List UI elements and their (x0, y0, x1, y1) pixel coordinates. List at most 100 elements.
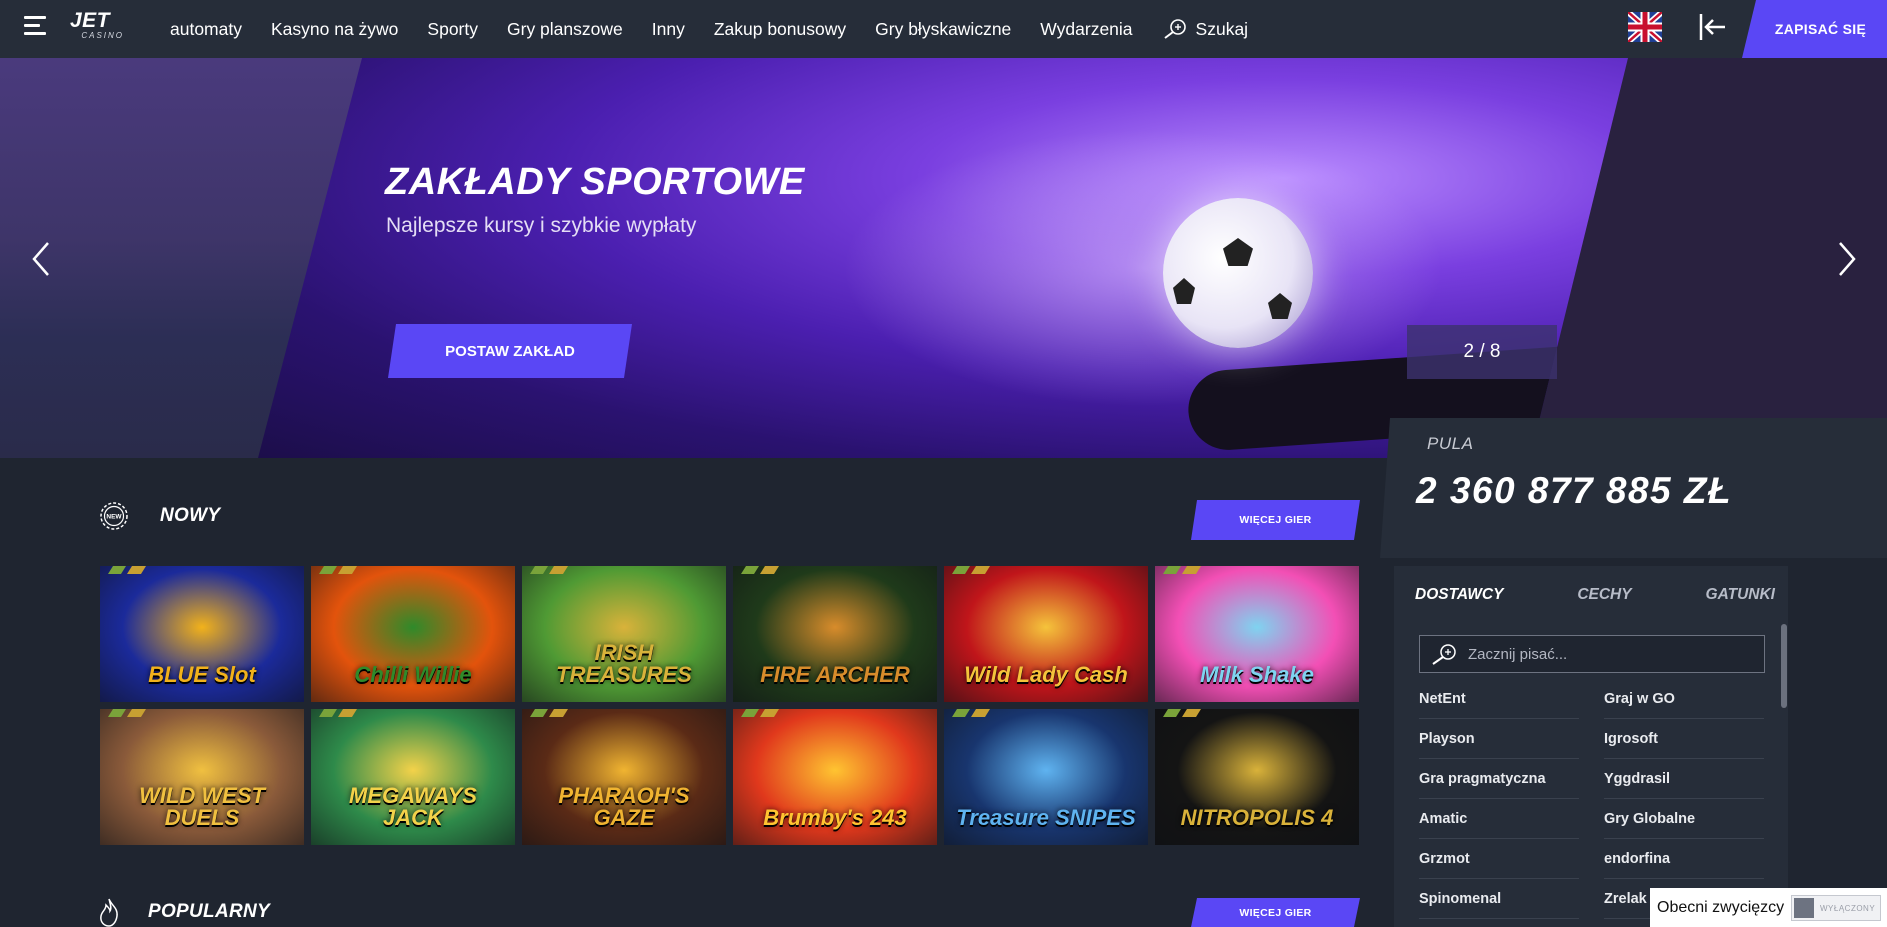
more-games-new-button[interactable]: WIĘCEJ GIER (1191, 500, 1360, 540)
provider-search-input[interactable] (1468, 645, 1758, 663)
provider-item[interactable]: NetEnt (1419, 679, 1579, 719)
search-icon (1163, 19, 1186, 39)
nav-item-bonus-buy[interactable]: Zakup bonusowy (714, 19, 846, 40)
prev-slide-icon[interactable] (26, 234, 56, 284)
uk-flag-icon[interactable] (1628, 12, 1662, 42)
nav-item-slots[interactable]: automaty (170, 19, 242, 40)
game-badge (319, 566, 357, 574)
nav-item-instant-games[interactable]: Gry błyskawiczne (875, 19, 1011, 40)
logo-main: JET (70, 9, 111, 32)
search-icon (1432, 644, 1456, 665)
game-tile[interactable]: BLUE Slot (100, 566, 304, 702)
game-badge (530, 709, 568, 717)
game-tile[interactable]: Wild Lady Cash (944, 566, 1148, 702)
game-title: IRISH TREASURES (556, 640, 692, 687)
login-icon[interactable] (1697, 11, 1729, 43)
nav-item-live-casino[interactable]: Kasyno na żywo (271, 19, 398, 40)
provider-search (1419, 635, 1765, 673)
provider-item[interactable]: Graj w GO (1604, 679, 1764, 719)
menu-icon[interactable] (24, 16, 50, 38)
place-bet-button[interactable]: POSTAW ZAKŁAD (388, 324, 632, 378)
filter-panel: DOSTAWCY CECHY GATUNKI NetEnt Graj w GO Pl… (1394, 566, 1788, 927)
game-badge (741, 566, 779, 574)
nav-item-other[interactable]: Inny (652, 19, 685, 40)
game-title: Chilli Willie (354, 662, 472, 687)
nav-item-board-games[interactable]: Gry planszowe (507, 19, 623, 40)
jackpot-value: 2 360 877 885 ZŁ (1416, 470, 1733, 511)
toggle-knob (1794, 898, 1814, 918)
section-new-title: NOWY (160, 505, 221, 526)
nav-search[interactable]: Szukaj (1162, 18, 1249, 40)
jackpot-label: PULA (1427, 434, 1474, 453)
game-tile[interactable]: FIRE ARCHER (733, 566, 937, 702)
provider-item[interactable]: Playson (1419, 719, 1579, 759)
game-badge (952, 709, 990, 717)
game-tile[interactable]: MEGAWAYS JACK (311, 709, 515, 845)
game-tile[interactable]: NITROPOLIS 4 (1155, 709, 1359, 845)
game-badge (530, 566, 568, 574)
nav-item-sports[interactable]: Sporty (427, 19, 478, 40)
football-icon (1163, 198, 1313, 348)
section-new-header: NEW NOWY (98, 500, 220, 532)
game-badge (952, 566, 990, 574)
tab-providers[interactable]: DOSTAWCY (1415, 586, 1503, 604)
provider-item[interactable]: Spinomenal (1419, 879, 1579, 919)
provider-item[interactable]: Gry Globalne (1604, 799, 1764, 839)
game-badge (1163, 566, 1201, 574)
game-title: BLUE Slot (148, 662, 256, 687)
provider-item[interactable]: endorfina (1604, 839, 1764, 879)
tab-features[interactable]: CECHY (1577, 586, 1631, 604)
game-title: NITROPOLIS 4 (1180, 805, 1334, 830)
toggle-state: WYŁĄCZONY (1820, 903, 1876, 913)
game-title: Treasure SNIPES (956, 805, 1136, 830)
provider-item[interactable]: Igrosoft (1604, 719, 1764, 759)
game-badge (108, 709, 146, 717)
game-badge (741, 709, 779, 717)
game-tile[interactable]: WILD WEST DUELS (100, 709, 304, 845)
tab-genres[interactable]: GATUNKI (1706, 586, 1775, 604)
filter-tabs: DOSTAWCY CECHY GATUNKI (1415, 586, 1775, 604)
provider-list: NetEnt Graj w GO Playson Igrosoft Gra pragma… (1419, 679, 1765, 919)
hero-slide (258, 58, 1628, 458)
logo[interactable]: JET CASINO (70, 9, 130, 45)
provider-list-scrollbar[interactable] (1781, 624, 1787, 708)
current-winners-toggle[interactable]: WYŁĄCZONY (1791, 895, 1881, 921)
game-tile[interactable]: Treasure SNIPES (944, 709, 1148, 845)
games-grid: BLUE Slot Chilli Willie IRISH TREASURES FIR… (100, 566, 1360, 845)
next-slide-icon[interactable] (1832, 234, 1862, 284)
main-nav: automaty Kasyno na żywo Sporty Gry plans… (170, 0, 1277, 58)
svg-text:NEW: NEW (106, 514, 122, 521)
signup-button[interactable]: ZAPISAĆ SIĘ (1742, 0, 1887, 58)
nav-item-events[interactable]: Wydarzenia (1040, 19, 1132, 40)
section-popular-header: POPULARNY (98, 897, 270, 927)
more-games-popular-button[interactable]: WIĘCEJ GIER (1191, 898, 1360, 927)
game-tile[interactable]: IRISH TREASURES (522, 566, 726, 702)
game-title: PHARAOH'S GAZE (558, 783, 690, 830)
provider-item[interactable]: Yggdrasil (1604, 759, 1764, 799)
search-label: Szukaj (1195, 18, 1249, 39)
current-winners-label: Obecni zwycięzcy (1657, 898, 1785, 916)
flame-icon (100, 898, 118, 927)
game-tile[interactable]: Brumby's 243 (733, 709, 937, 845)
provider-item[interactable]: Grzmot (1419, 839, 1579, 879)
hero-banner: ZAKŁADY SPORTOWE Najlepsze kursy i szybk… (0, 58, 1887, 458)
provider-item[interactable]: Amatic (1419, 799, 1579, 839)
jackpot-box: PULA 2 360 877 885 ZŁ (1380, 418, 1887, 558)
provider-item[interactable]: Gra pragmatyczna (1419, 759, 1579, 799)
game-tile[interactable]: Milk Shake (1155, 566, 1359, 702)
game-title: Brumby's 243 (763, 805, 907, 830)
game-title: Milk Shake (1200, 662, 1314, 687)
game-tile[interactable]: PHARAOH'S GAZE (522, 709, 726, 845)
game-title: MEGAWAYS JACK (349, 783, 477, 830)
game-title: WILD WEST DUELS (139, 783, 265, 830)
game-badge (319, 709, 357, 717)
game-badge (1163, 709, 1201, 717)
game-title: Wild Lady Cash (964, 662, 1128, 687)
new-badge-icon: NEW (100, 502, 128, 530)
logo-sub: CASINO (81, 31, 124, 40)
game-badge (108, 566, 146, 574)
game-title: FIRE ARCHER (760, 662, 910, 687)
top-bar: JET CASINO automaty Kasyno na żywo Sport… (0, 0, 1887, 58)
game-tile[interactable]: Chilli Willie (311, 566, 515, 702)
hero-subtitle: Najlepsze kursy i szybkie wypłaty (386, 214, 697, 237)
